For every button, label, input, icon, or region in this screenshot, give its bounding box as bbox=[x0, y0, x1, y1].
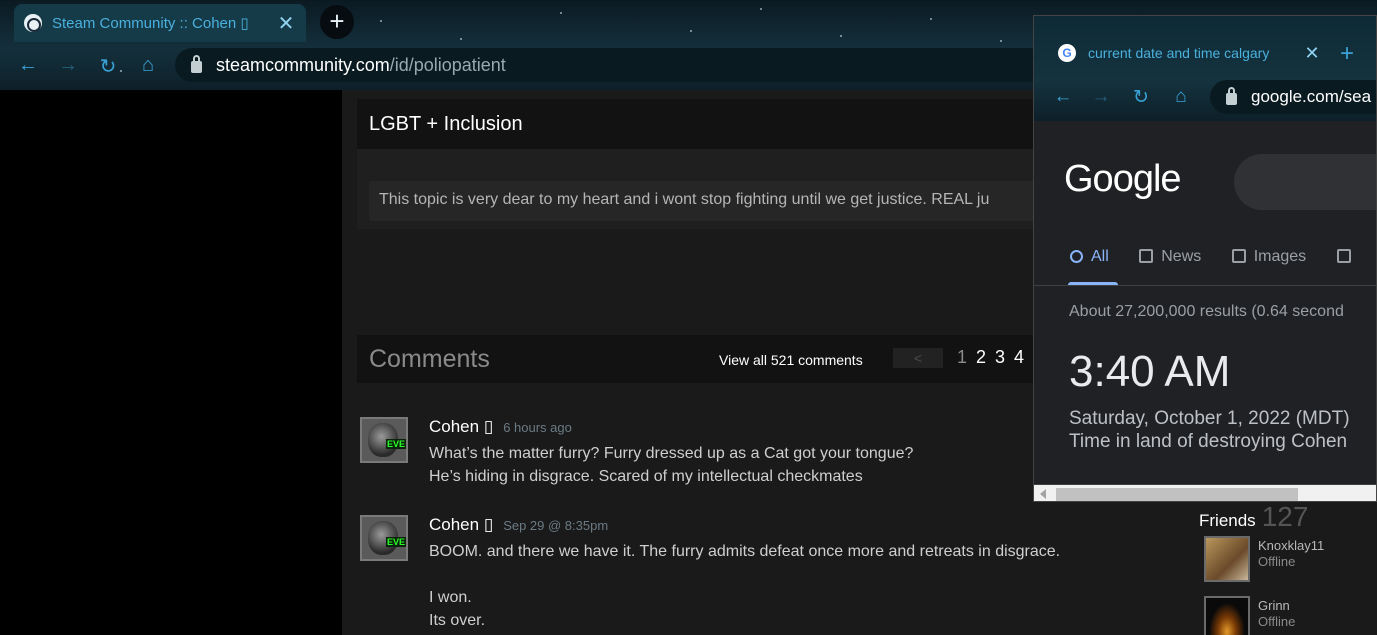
friend-name: Grinn bbox=[1258, 598, 1290, 613]
search-input[interactable] bbox=[1234, 154, 1376, 210]
comment-line: BOOM. and there we have it. The furry ad… bbox=[429, 543, 1061, 560]
back-arrow-icon[interactable]: ← bbox=[1052, 86, 1074, 108]
tab-steam-community[interactable]: Steam Community :: Cohen ▯ ✕ bbox=[14, 4, 306, 42]
commenter-avatar[interactable]: EVE bbox=[360, 417, 408, 463]
comment-line: What’s the matter furry? Furry dressed u… bbox=[429, 445, 914, 462]
back-arrow-icon[interactable]: ← bbox=[16, 54, 40, 77]
prev-page-button[interactable]: < bbox=[893, 348, 943, 368]
lock-icon bbox=[1226, 87, 1237, 105]
comment-author[interactable]: Cohen ▯ bbox=[429, 515, 493, 534]
comment-author[interactable]: Cohen ▯ bbox=[429, 417, 493, 436]
new-tab-button[interactable]: + bbox=[320, 5, 354, 39]
url-path: /id/poliopatient bbox=[389, 54, 506, 75]
tag-icon bbox=[1336, 249, 1351, 263]
friend-avatar bbox=[1204, 596, 1250, 635]
view-all-comments-link[interactable]: View all 521 comments bbox=[719, 352, 863, 368]
forward-arrow-icon[interactable]: → bbox=[56, 54, 80, 77]
current-date: Saturday, October 1, 2022 (MDT) bbox=[1069, 408, 1350, 429]
current-page: 1 bbox=[957, 347, 970, 367]
friend-name: Knoxklay11 bbox=[1258, 538, 1325, 553]
friend-status: Offline bbox=[1258, 614, 1296, 629]
scrollbar-thumb[interactable] bbox=[1056, 488, 1298, 501]
commenter-avatar[interactable]: EVE bbox=[360, 515, 408, 561]
tab-close-icon[interactable]: ✕ bbox=[276, 11, 296, 36]
comment-line bbox=[429, 563, 1060, 586]
home-icon[interactable]: ⌂ bbox=[136, 54, 160, 77]
comment-author-line: Cohen ▯ 6 hours ago bbox=[429, 417, 572, 437]
comment-line: He’s hiding in disgrace. Scared of my in… bbox=[429, 468, 863, 485]
horizontal-scrollbar[interactable] bbox=[1034, 484, 1376, 501]
comment-body: What’s the matter furry? Furry dressed u… bbox=[429, 442, 913, 488]
group-title[interactable]: LGBT + Inclusion bbox=[357, 99, 1057, 149]
tab-close-icon[interactable]: ✕ bbox=[1302, 43, 1322, 64]
url-text: steamcommunity.com/id/poliopatient bbox=[216, 55, 506, 76]
current-time: 3:40 AM bbox=[1069, 347, 1231, 396]
result-stats: About 27,200,000 results (0.64 second bbox=[1069, 303, 1344, 320]
tab-more[interactable] bbox=[1336, 248, 1359, 266]
friend-item[interactable]: Knoxklay11 Offline bbox=[1204, 536, 1364, 582]
forward-arrow-icon[interactable]: → bbox=[1090, 86, 1112, 108]
tab-google-search[interactable]: G current date and time calgary ✕ bbox=[1046, 34, 1334, 72]
friends-heading[interactable]: Friends 127 bbox=[1199, 501, 1308, 533]
divider bbox=[1034, 285, 1376, 286]
google-logo[interactable]: Google bbox=[1064, 158, 1182, 201]
comment-time: 6 hours ago bbox=[503, 420, 572, 435]
friend-avatar bbox=[1204, 536, 1250, 582]
news-icon bbox=[1139, 249, 1154, 263]
tab-all[interactable]: All bbox=[1070, 248, 1109, 266]
pagination: 1 2 3 4 5 bbox=[957, 347, 1045, 368]
scroll-left-icon[interactable] bbox=[1040, 489, 1046, 499]
featured-group-box: LGBT + Inclusion This topic is very dear… bbox=[357, 99, 1057, 229]
url-text: google.com/sea bbox=[1251, 87, 1372, 106]
friend-status: Offline bbox=[1258, 554, 1296, 569]
image-icon bbox=[1231, 249, 1246, 263]
tab-images[interactable]: Images bbox=[1231, 248, 1306, 266]
tab-title: Steam Community :: Cohen ▯ bbox=[52, 15, 249, 32]
group-summary: This topic is very dear to my heart and … bbox=[369, 181, 1045, 221]
search-icon bbox=[1070, 250, 1083, 263]
search-tabs: All News Images bbox=[1070, 248, 1376, 266]
new-tab-button[interactable]: + bbox=[1340, 40, 1354, 68]
comments-header: Comments View all 521 comments < 1 2 3 4… bbox=[357, 335, 1057, 383]
google-search-window[interactable]: G current date and time calgary ✕ + ← → … bbox=[1033, 15, 1377, 502]
friends-label: Friends bbox=[1199, 511, 1256, 530]
comment-body: BOOM. and there we have it. The furry ad… bbox=[429, 540, 1060, 632]
comment-author-line: Cohen ▯ Sep 29 @ 8:35pm bbox=[429, 515, 608, 535]
comment-time: Sep 29 @ 8:35pm bbox=[503, 518, 609, 533]
comment-line: Its over. bbox=[429, 612, 486, 629]
tab-title: current date and time calgary bbox=[1088, 45, 1270, 61]
url-host: steamcommunity.com bbox=[216, 54, 390, 75]
google-window-chrome: G current date and time calgary ✕ + ← → … bbox=[1034, 16, 1376, 121]
address-bar[interactable]: google.com/sea bbox=[1210, 80, 1376, 114]
lock-icon bbox=[191, 55, 202, 73]
comments-title: Comments bbox=[369, 345, 490, 373]
reload-icon[interactable]: ↻ bbox=[96, 54, 120, 79]
tab-news[interactable]: News bbox=[1139, 248, 1201, 266]
comment-line: I won. bbox=[429, 589, 472, 606]
reload-icon[interactable]: ↻ bbox=[1130, 86, 1152, 109]
friend-item[interactable]: Grinn Offline bbox=[1204, 596, 1364, 635]
address-bar[interactable]: steamcommunity.com/id/poliopatient bbox=[175, 48, 1055, 82]
home-icon[interactable]: ⌂ bbox=[1170, 86, 1192, 108]
steam-favicon-icon bbox=[24, 14, 42, 32]
google-favicon-icon: G bbox=[1058, 44, 1076, 62]
time-location: Time in land of destroying Cohen bbox=[1069, 431, 1348, 452]
friends-count: 127 bbox=[1261, 501, 1309, 532]
